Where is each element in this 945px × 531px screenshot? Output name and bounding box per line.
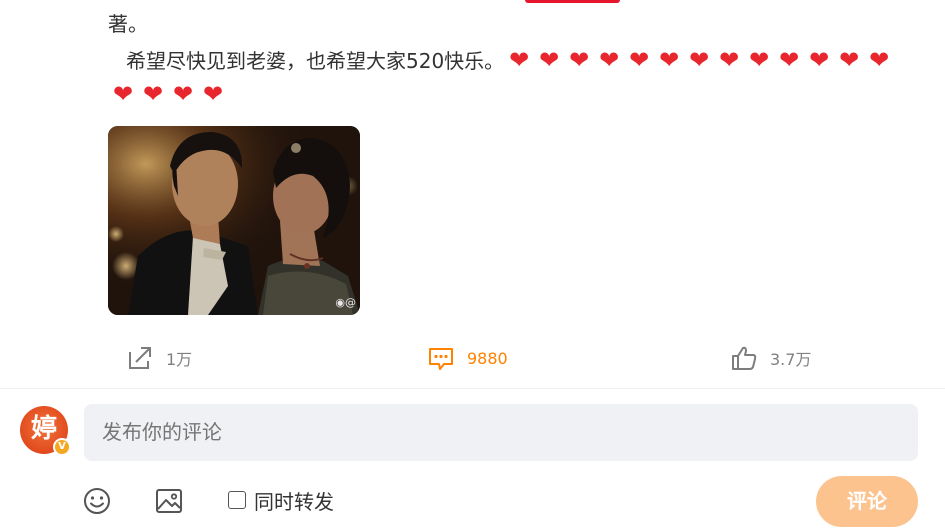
composer-toolbar: 同时转发 xyxy=(0,478,945,528)
repost-checkbox[interactable]: 同时转发 xyxy=(228,488,334,514)
comment-input[interactable] xyxy=(84,404,918,461)
comment-icon xyxy=(429,348,453,370)
submit-comment-button[interactable]: 评论 xyxy=(816,476,918,527)
like-button[interactable]: 3.7万 xyxy=(730,338,811,378)
heart-emoji-icon: ❤ xyxy=(539,46,560,74)
heart-emoji-icon: ❤ xyxy=(569,46,590,74)
verified-badge-icon: V xyxy=(53,438,71,456)
post-text-line-1: 著。 xyxy=(108,12,148,36)
heart-emoji-icon: ❤ xyxy=(689,46,710,74)
post-image[interactable]: ◉@ xyxy=(108,126,360,315)
image-icon[interactable] xyxy=(154,486,184,516)
hearts-row-2: ❤ ❤ ❤ ❤ xyxy=(108,76,228,112)
weibo-watermark-icon: ◉@ xyxy=(335,296,356,309)
heart-emoji-icon: ❤ xyxy=(749,46,770,74)
heart-emoji-icon: ❤ xyxy=(839,46,860,74)
heart-emoji-icon: ❤ xyxy=(719,46,740,74)
heart-emoji-icon: ❤ xyxy=(112,80,134,108)
repost-label: 同时转发 xyxy=(254,489,334,514)
heart-emoji-icon: ❤ xyxy=(809,46,830,74)
heart-emoji-icon: ❤ xyxy=(869,46,890,74)
checkbox-box[interactable] xyxy=(228,491,246,509)
post-text: 著。 希望尽快见到老婆，也希望大家520快乐。 ❤ ❤ ❤ ❤ ❤ ❤ ❤ ❤ ❤ ❤ ❤ ❤ ❤ xyxy=(108,6,928,79)
heart-emoji-icon: ❤ xyxy=(599,46,620,74)
comment-count: 9880 xyxy=(467,348,508,368)
heart-emoji-icon: ❤ xyxy=(202,80,224,108)
emoji-icon[interactable] xyxy=(82,486,112,516)
share-button[interactable]: 1万 xyxy=(126,338,192,378)
user-avatar[interactable]: 婷 V xyxy=(20,406,71,456)
comment-button[interactable]: 9880 xyxy=(427,338,508,378)
watermark-symbol: ◉ xyxy=(335,296,345,309)
share-count: 1万 xyxy=(166,350,193,369)
hearts-row-1: ❤ ❤ ❤ ❤ ❤ ❤ ❤ ❤ ❤ ❤ ❤ ❤ ❤ xyxy=(504,46,894,74)
watermark-text: @ xyxy=(345,296,356,309)
heart-emoji-icon: ❤ xyxy=(779,46,800,74)
photo-illustration xyxy=(108,126,360,315)
post-actions: 1万 9880 3.7万 xyxy=(0,338,945,378)
post-text-line-2: 希望尽快见到老婆，也希望大家520快乐。 ❤ ❤ ❤ ❤ ❤ ❤ ❤ ❤ ❤ ❤ ❤ ❤ ❤ xyxy=(108,42,928,79)
section-divider xyxy=(0,388,945,389)
avatar-glyph: 婷 xyxy=(30,414,57,444)
heart-emoji-icon: ❤ xyxy=(509,46,530,74)
top-accent-bar xyxy=(525,0,620,3)
post-text-content: 希望尽快见到老婆，也希望大家520快乐。 xyxy=(126,49,505,73)
heart-emoji-icon: ❤ xyxy=(629,46,650,74)
like-count: 3.7万 xyxy=(770,350,812,369)
heart-emoji-icon: ❤ xyxy=(142,80,164,108)
heart-emoji-icon: ❤ xyxy=(172,80,194,108)
share-icon xyxy=(129,347,151,369)
weibo-post-page: 著。 希望尽快见到老婆，也希望大家520快乐。 ❤ ❤ ❤ ❤ ❤ ❤ ❤ ❤ ❤ ❤ ❤ ❤ ❤ ❤ ❤ ❤… xyxy=(0,0,945,531)
heart-emoji-icon: ❤ xyxy=(659,46,680,74)
thumbs-up-icon xyxy=(732,346,757,370)
